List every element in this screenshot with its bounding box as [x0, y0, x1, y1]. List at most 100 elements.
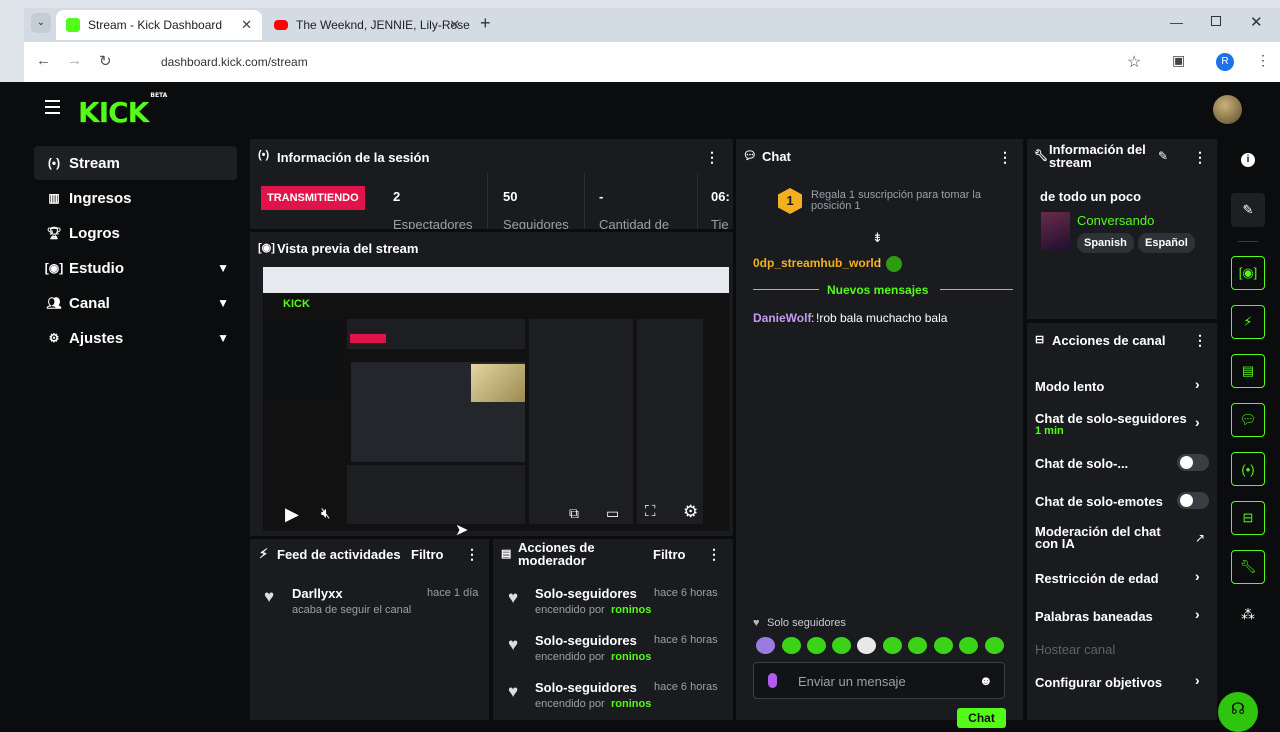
tab-search-button[interactable]: ⌄: [31, 13, 51, 33]
session-info-toggle[interactable]: (•): [1231, 452, 1265, 486]
edit-pencil-icon[interactable]: ✎: [1158, 149, 1168, 163]
forward-icon[interactable]: →: [67, 52, 82, 69]
pinned-toggle-icon[interactable]: ⇟: [872, 230, 883, 246]
action-slow-mode[interactable]: Modo lento: [1035, 379, 1104, 394]
url-field[interactable]: dashboard.kick.com/stream: [130, 49, 1160, 75]
activity-feed-toggle[interactable]: ⚡︎: [1231, 305, 1265, 339]
sidebar-item-logros[interactable]: 🏆︎ Logros: [34, 216, 237, 250]
settings-gear-icon[interactable]: ⚙: [683, 502, 698, 522]
emote-icon[interactable]: [959, 637, 978, 654]
sidebar-item-canal[interactable]: 👥︎ Canal ▼: [34, 286, 237, 320]
new-tab-button[interactable]: +: [480, 13, 491, 34]
action-age-restriction[interactable]: Restricción de edad: [1035, 571, 1159, 586]
filter-button[interactable]: Filtro: [653, 547, 686, 562]
profile-avatar[interactable]: R: [1216, 53, 1234, 71]
close-tab-icon[interactable]: ✕: [449, 17, 460, 33]
hamburger-menu-icon[interactable]: [45, 100, 60, 114]
bookmark-star-icon[interactable]: ☆: [1127, 52, 1141, 72]
more-options-icon[interactable]: ⋮: [707, 546, 721, 563]
emote-icon[interactable]: [934, 637, 953, 654]
chat-send-button[interactable]: Chat: [957, 708, 1006, 728]
tab-youtube[interactable]: The Weeknd, JENNIE, Lily-Rose ✕: [264, 10, 470, 40]
chevron-right-icon[interactable]: ›: [1195, 606, 1200, 622]
emote-icon[interactable]: [782, 637, 801, 654]
emote-icon[interactable]: [756, 637, 775, 654]
action-banned-words[interactable]: Palabras baneadas: [1035, 609, 1153, 624]
more-options-icon[interactable]: ⋮: [465, 546, 479, 563]
action-followers-only[interactable]: Chat de solo-seguidores: [1035, 411, 1187, 426]
tag-chip[interactable]: Spanish: [1077, 233, 1134, 253]
channel-actions-toggle[interactable]: ⊟: [1231, 501, 1265, 535]
pip-icon[interactable]: ⧉: [569, 505, 579, 522]
theater-mode-icon[interactable]: ▭: [606, 505, 619, 522]
user-avatar[interactable]: [1213, 95, 1242, 124]
microphone-icon[interactable]: [768, 673, 777, 688]
extensions-icon[interactable]: ▣: [1172, 52, 1185, 69]
chat-mode-label: Solo seguidores: [767, 617, 846, 629]
emote-icon[interactable]: [832, 637, 851, 654]
emote-icon[interactable]: [883, 637, 902, 654]
stat-value: 06:: [711, 189, 730, 204]
action-goals[interactable]: Configurar objetivos: [1035, 675, 1162, 690]
more-widgets-icon[interactable]: ⁂: [1241, 606, 1255, 623]
mod-actions-toggle[interactable]: ▤: [1231, 354, 1265, 388]
more-options-icon[interactable]: ⋮: [705, 149, 719, 166]
filter-button[interactable]: Filtro: [411, 547, 444, 562]
action-ai-moderation[interactable]: Moderación del chat con IA: [1035, 525, 1185, 550]
subscribers-only-toggle[interactable]: [1177, 454, 1209, 471]
mute-icon[interactable]: 🔇︎: [321, 505, 330, 522]
sidebar-item-ajustes[interactable]: ⚙ Ajustes ▼: [34, 321, 237, 355]
external-link-icon[interactable]: ↗: [1195, 531, 1205, 545]
sidebar-item-stream[interactable]: (•) Stream: [34, 146, 237, 180]
action-emotes-only[interactable]: Chat de solo-emotes: [1035, 494, 1163, 509]
chevron-right-icon[interactable]: ›: [1195, 376, 1200, 392]
close-tab-icon[interactable]: ✕: [241, 17, 252, 33]
mod-action-user[interactable]: roninos: [611, 698, 651, 710]
chevron-right-icon[interactable]: ›: [1195, 568, 1200, 584]
emote-icon[interactable]: [908, 637, 927, 654]
stream-preview-toggle[interactable]: [◉]: [1231, 256, 1265, 290]
emoji-picker-icon[interactable]: ☻: [979, 673, 993, 688]
info-icon[interactable]: i: [1241, 153, 1255, 167]
mod-action-user[interactable]: roninos: [611, 651, 651, 663]
stream-video[interactable]: KICK ▶ 🔇︎ ⧉ ▭ ⛶ ⚙: [263, 267, 729, 531]
close-window-icon[interactable]: ✕: [1250, 13, 1263, 31]
broadcast-icon: (•): [47, 156, 61, 170]
emotes-only-toggle[interactable]: [1177, 492, 1209, 509]
more-options-icon[interactable]: ⋮: [998, 149, 1012, 166]
mod-action-time: hace 6 horas: [654, 587, 718, 599]
category-name[interactable]: Conversando: [1077, 213, 1154, 228]
stream-info-toggle[interactable]: 🔧︎: [1231, 550, 1265, 584]
tag-chip[interactable]: Español: [1138, 233, 1195, 253]
more-options-icon[interactable]: ⋮: [1193, 332, 1207, 349]
chat-username[interactable]: DanieWolf: [753, 311, 811, 325]
tab-kick-dashboard[interactable]: Stream - Kick Dashboard ✕: [56, 10, 262, 40]
chevron-right-icon[interactable]: ›: [1195, 672, 1200, 688]
kick-logo[interactable]: KICKBETA: [78, 92, 167, 129]
back-icon[interactable]: ←: [36, 52, 51, 69]
mod-action-user[interactable]: roninos: [611, 604, 651, 616]
panel-title: Información de la sesión: [277, 150, 430, 165]
minimize-icon[interactable]: —: [1170, 15, 1183, 30]
sidebar-item-estudio[interactable]: [◉] Estudio ▼: [34, 251, 237, 285]
chevron-right-icon[interactable]: ›: [1195, 414, 1200, 430]
chat-separator: :: [811, 311, 815, 325]
browser-menu-icon[interactable]: ⋮: [1256, 52, 1270, 69]
fullscreen-icon[interactable]: ⛶: [645, 503, 656, 520]
chat-toggle[interactable]: 💬︎: [1231, 403, 1265, 437]
maximize-icon[interactable]: [1211, 16, 1221, 26]
emote-icon[interactable]: [857, 637, 876, 654]
edit-layout-button[interactable]: ✎: [1231, 193, 1265, 227]
action-subscribers-only[interactable]: Chat de solo-...: [1035, 456, 1128, 471]
panel-title: Acciones de moderador: [518, 540, 595, 568]
heart-icon: ♥: [508, 588, 519, 607]
emote-icon[interactable]: [985, 637, 1004, 654]
play-icon[interactable]: ▶: [285, 504, 299, 525]
sidebar-item-ingresos[interactable]: ▥ Ingresos: [34, 181, 237, 215]
chat-username[interactable]: 0dp_streamhub_world: [753, 256, 881, 270]
emote-icon[interactable]: [807, 637, 826, 654]
reload-icon[interactable]: ↻: [99, 52, 112, 70]
support-headset-icon[interactable]: ☊: [1218, 692, 1258, 732]
gift-text[interactable]: Regala 1 suscripción para tomar la posic…: [811, 190, 1001, 212]
more-options-icon[interactable]: ⋮: [1193, 149, 1207, 166]
